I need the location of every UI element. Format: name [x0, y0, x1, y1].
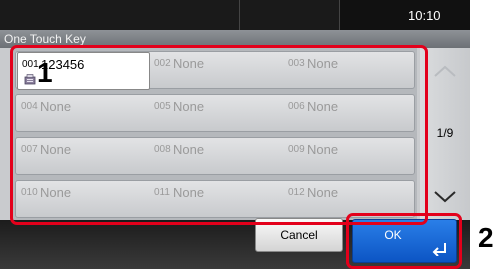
key-005[interactable]: 005 None — [150, 95, 283, 133]
key-row: 007 None 008 None 009 None — [15, 137, 415, 175]
key-003[interactable]: 003 None — [284, 52, 417, 90]
fax-icon — [24, 74, 36, 85]
key-007[interactable]: 007 None — [17, 138, 150, 176]
key-number: 002 — [154, 58, 171, 69]
key-008[interactable]: 008 None — [150, 138, 283, 176]
key-number: 008 — [154, 144, 171, 155]
status-segment — [0, 0, 240, 30]
key-number: 005 — [154, 101, 171, 112]
key-name: None — [40, 99, 72, 114]
key-name: None — [173, 99, 205, 114]
key-number: 003 — [288, 58, 305, 69]
scroll-down-button[interactable] — [422, 178, 468, 216]
key-row: 004 None 005 None 006 None — [15, 94, 415, 132]
key-name: None — [173, 185, 205, 200]
callout-2: 2 — [478, 222, 494, 253]
key-009[interactable]: 009 None — [284, 138, 417, 176]
key-010[interactable]: 010 None — [17, 181, 150, 219]
key-name: None — [307, 56, 339, 71]
enter-icon — [432, 243, 446, 256]
key-name: None — [307, 99, 339, 114]
clock: 10:10 — [408, 8, 441, 23]
key-011[interactable]: 011 None — [150, 181, 283, 219]
key-006[interactable]: 006 None — [284, 95, 417, 133]
scroll-panel: 1/9 — [420, 48, 470, 220]
key-number: 006 — [288, 101, 305, 112]
ok-label: OK — [384, 228, 402, 242]
key-number: 007 — [21, 144, 38, 155]
key-name: None — [307, 185, 339, 200]
key-name: None — [307, 142, 339, 157]
status-segment — [240, 0, 340, 30]
key-name: None — [40, 185, 72, 200]
chevron-up-icon — [434, 65, 456, 77]
ok-button[interactable]: OK — [352, 219, 457, 263]
chevron-down-icon — [434, 191, 456, 203]
key-row: 001 123456 002 None 003 None — [15, 51, 417, 90]
key-012[interactable]: 012 None — [284, 181, 417, 219]
key-row: 010 None 011 None 012 None — [15, 180, 415, 218]
key-002[interactable]: 002 None — [150, 52, 283, 90]
scroll-up-button[interactable] — [422, 52, 468, 90]
screen-title: One Touch Key — [4, 32, 86, 46]
key-name: None — [173, 56, 205, 71]
one-touch-key-grid: 001 123456 002 None 003 None 004 None 00… — [12, 48, 417, 220]
callout-1: 1 — [37, 57, 53, 88]
key-number: 010 — [21, 187, 38, 198]
key-name: None — [40, 142, 72, 157]
key-number: 009 — [288, 144, 305, 155]
title-bar: One Touch Key — [0, 30, 470, 48]
page-indicator: 1/9 — [436, 126, 454, 140]
key-name: None — [173, 142, 205, 157]
cancel-button[interactable]: Cancel — [255, 218, 343, 252]
key-004[interactable]: 004 None — [17, 95, 150, 133]
key-number: 004 — [21, 101, 38, 112]
key-number: 012 — [288, 187, 305, 198]
key-number: 011 — [154, 187, 170, 198]
status-bar: 10:10 — [0, 0, 470, 30]
